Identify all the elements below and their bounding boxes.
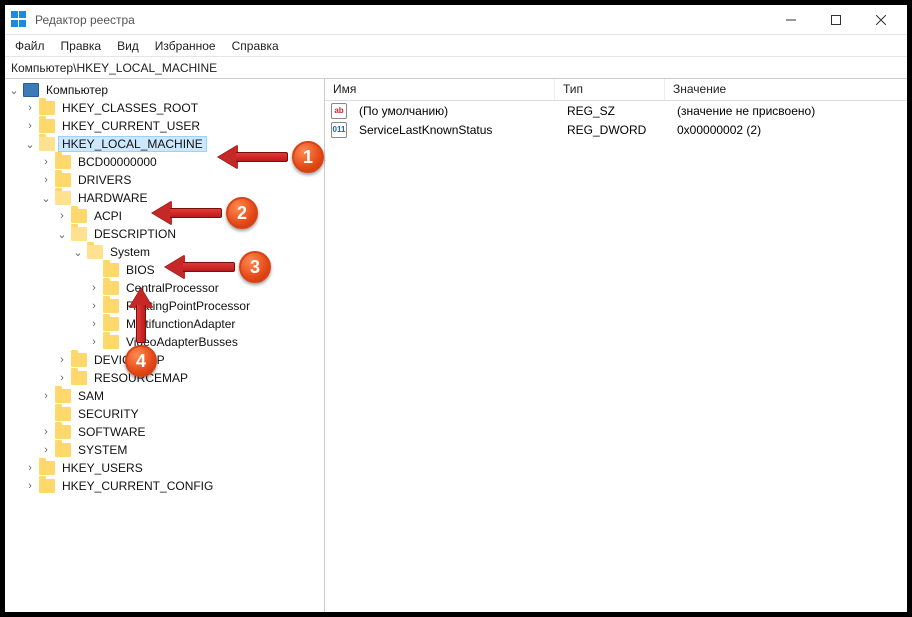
tree-sys[interactable]: SYSTEM [75,443,130,457]
tree-software[interactable]: SOFTWARE [75,425,149,439]
menu-file[interactable]: Файл [7,37,53,55]
expand-icon[interactable]: › [23,102,37,114]
expand-icon[interactable]: › [23,480,37,492]
expand-icon[interactable]: › [55,372,69,384]
tree-cpu[interactable]: CentralProcessor [123,281,222,295]
column-type[interactable]: Тип [555,79,665,100]
collapse-icon[interactable]: ⌄ [7,84,21,97]
menu-help[interactable]: Справка [224,37,287,55]
folder-icon [103,281,119,295]
folder-icon [103,299,119,313]
expand-icon[interactable]: › [39,426,53,438]
collapse-icon[interactable]: ⌄ [23,138,37,151]
expand-icon[interactable]: › [23,462,37,474]
expand-icon[interactable]: › [87,300,101,312]
expand-icon[interactable]: › [87,318,101,330]
value-type: REG_DWORD [559,123,669,137]
expand-icon[interactable]: › [39,444,53,456]
collapse-icon[interactable]: ⌄ [55,228,69,241]
list-body[interactable]: ab (По умолчанию) REG_SZ (значение не пр… [325,101,907,612]
menu-edit[interactable]: Правка [53,37,110,55]
folder-icon [71,371,87,385]
folder-icon [71,227,87,241]
folder-icon [39,119,55,133]
string-value-icon: ab [331,103,347,119]
tree-devicemap[interactable]: DEVICEMAP [91,353,168,367]
close-button[interactable] [858,6,903,34]
dword-value-icon: 011 [331,122,347,138]
column-name[interactable]: Имя [325,79,555,100]
minimize-button[interactable] [768,6,813,34]
tree-vab[interactable]: VideoAdapterBusses [123,335,241,349]
menu-bar: Файл Правка Вид Избранное Справка [5,35,907,57]
expand-icon[interactable]: › [87,282,101,294]
expand-icon[interactable]: › [23,120,37,132]
value-name: ServiceLastKnownStatus [351,123,559,137]
tree-hkcc[interactable]: HKEY_CURRENT_CONFIG [59,479,216,493]
value-data: 0x00000002 (2) [669,123,907,137]
main-area: ⌄ Компьютер › HKEY_CLASSES_ROOT › HKEY_C… [5,79,907,612]
folder-icon [39,461,55,475]
tree-security[interactable]: SECURITY [75,407,142,421]
list-row[interactable]: 011 ServiceLastKnownStatus REG_DWORD 0x0… [325,120,907,139]
folder-icon [87,245,103,259]
computer-icon [23,83,39,97]
folder-icon [55,191,71,205]
value-type: REG_SZ [559,104,669,118]
folder-icon [103,335,119,349]
folder-icon [103,263,119,277]
tree-system[interactable]: System [107,245,153,259]
folder-icon [103,317,119,331]
tree-sam[interactable]: SAM [75,389,107,403]
folder-icon [39,479,55,493]
tree-fpp[interactable]: FloatingPointProcessor [123,299,253,313]
expand-icon[interactable]: › [39,390,53,402]
folder-icon [71,353,87,367]
folder-icon [71,209,87,223]
maximize-button[interactable] [813,6,858,34]
expand-icon[interactable]: › [39,156,53,168]
expand-icon[interactable]: › [55,354,69,366]
collapse-icon[interactable]: ⌄ [71,246,85,259]
tree-hku[interactable]: HKEY_USERS [59,461,146,475]
expand-icon[interactable]: › [87,336,101,348]
tree-pane[interactable]: ⌄ Компьютер › HKEY_CLASSES_ROOT › HKEY_C… [5,79,325,612]
folder-icon [55,425,71,439]
tree-bios[interactable]: BIOS [123,263,158,277]
tree-root[interactable]: Компьютер [43,83,111,97]
tree-acpi[interactable]: ACPI [91,209,125,223]
value-data: (значение не присвоено) [669,104,907,118]
value-name: (По умолчанию) [351,104,559,118]
tree-hkcr[interactable]: HKEY_CLASSES_ROOT [59,101,201,115]
menu-view[interactable]: Вид [109,37,147,55]
tree-drivers[interactable]: DRIVERS [75,173,134,187]
expand-icon[interactable]: › [39,174,53,186]
tree-resourcemap[interactable]: RESOURCEMAP [91,371,191,385]
column-value[interactable]: Значение [665,79,907,100]
folder-icon [55,173,71,187]
expand-icon[interactable]: › [55,210,69,222]
menu-favorites[interactable]: Избранное [147,37,224,55]
tree-mfa[interactable]: MultifunctionAdapter [123,317,238,331]
tree-bcd[interactable]: BCD00000000 [75,155,160,169]
folder-icon [55,389,71,403]
list-pane: Имя Тип Значение ab (По умолчанию) REG_S… [325,79,907,612]
tree-hardware[interactable]: HARDWARE [75,191,151,205]
list-header: Имя Тип Значение [325,79,907,101]
window-controls [768,6,903,34]
tree-hklm[interactable]: HKEY_LOCAL_MACHINE [59,137,206,151]
tree-description[interactable]: DESCRIPTION [91,227,179,241]
window-title: Редактор реестра [35,13,135,27]
collapse-icon[interactable]: ⌄ [39,192,53,205]
list-row[interactable]: ab (По умолчанию) REG_SZ (значение не пр… [325,101,907,120]
folder-icon [55,443,71,457]
folder-icon [55,407,71,421]
tree-hkcu[interactable]: HKEY_CURRENT_USER [59,119,203,133]
title-bar: Редактор реестра [5,5,907,35]
folder-icon [55,155,71,169]
folder-icon [39,101,55,115]
folder-icon [39,137,55,151]
app-icon [11,11,29,29]
address-bar[interactable]: Компьютер\HKEY_LOCAL_MACHINE [5,57,907,79]
